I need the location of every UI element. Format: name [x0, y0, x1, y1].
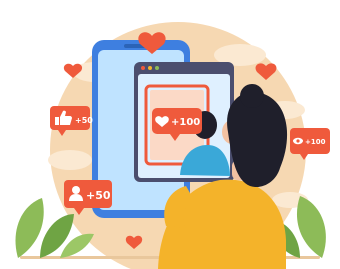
illustration: +50 +50 +100 +100 — [0, 0, 340, 269]
social-media-illustration: +50 +50 +100 +100 — [15, 22, 330, 269]
views-count: +100 — [305, 138, 326, 146]
followers-count: +50 — [86, 189, 111, 202]
hearts-count: +100 — [171, 117, 200, 128]
eye-icon — [293, 137, 303, 145]
likes-count: +50 — [75, 116, 93, 125]
